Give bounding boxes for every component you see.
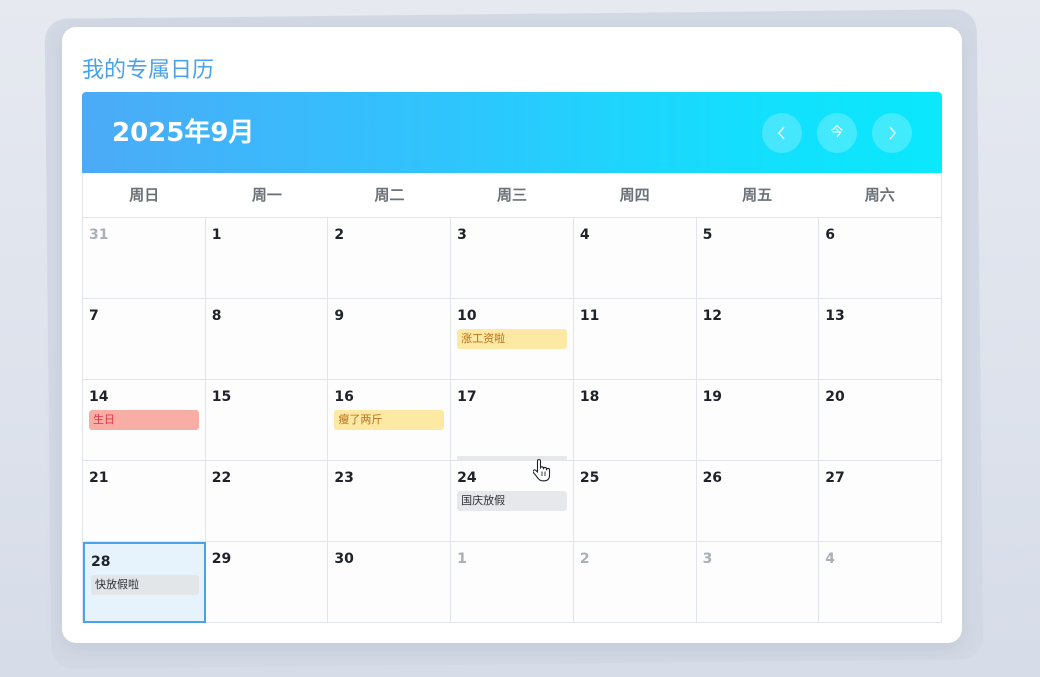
day-cell[interactable]: 7 bbox=[83, 299, 206, 380]
day-number: 24 bbox=[457, 470, 477, 486]
day-number: 12 bbox=[702, 308, 723, 324]
day-number: 11 bbox=[579, 308, 600, 324]
day-cell[interactable]: 28 快放假啦 bbox=[83, 542, 206, 623]
day-number: 29 bbox=[211, 551, 232, 567]
day-cell[interactable]: 8 bbox=[205, 299, 329, 380]
day-number: 2 bbox=[334, 227, 345, 243]
day-cell[interactable]: 12 bbox=[696, 299, 820, 380]
day-number: 17 bbox=[457, 389, 477, 405]
day-cell[interactable]: 2 bbox=[328, 218, 452, 299]
day-number: 16 bbox=[334, 389, 354, 405]
day-number: 25 bbox=[579, 470, 600, 486]
calendar-header: 2025年9月 今 bbox=[82, 92, 942, 173]
day-number: 27 bbox=[825, 470, 845, 486]
day-cell[interactable]: 3 bbox=[451, 218, 574, 299]
weekday-label: 周一 bbox=[205, 173, 329, 218]
day-cell[interactable]: 1 bbox=[451, 542, 574, 623]
day-cell[interactable]: 22 bbox=[205, 461, 329, 542]
day-cell[interactable]: 10 涨工资啦 bbox=[451, 299, 574, 380]
day-cell[interactable]: 5 bbox=[696, 218, 820, 299]
day-cell[interactable]: 26 bbox=[696, 461, 820, 542]
day-number: 22 bbox=[211, 470, 232, 486]
day-cell[interactable]: 17 bbox=[451, 380, 574, 461]
calendar-card: 我的专属日历 2025年9月 今 周日 周一 周二 周三 周四 周五 周六 31… bbox=[62, 27, 962, 643]
weekday-label: 周六 bbox=[818, 173, 942, 218]
day-cell[interactable]: 24 国庆放假 bbox=[451, 461, 574, 542]
day-number: 19 bbox=[702, 389, 723, 405]
day-cell[interactable]: 6 bbox=[819, 218, 942, 299]
day-cell[interactable]: 16 瘦了两斤 bbox=[328, 380, 452, 461]
next-month-button[interactable] bbox=[872, 113, 912, 153]
day-cell[interactable]: 27 bbox=[819, 461, 942, 542]
day-number: 3 bbox=[457, 227, 467, 243]
hand-cursor-icon bbox=[533, 458, 551, 482]
day-cell[interactable]: 14 生日 bbox=[83, 380, 206, 461]
day-cell[interactable]: 29 bbox=[205, 542, 329, 623]
weekday-label: 周日 bbox=[83, 173, 206, 218]
weekday-header-row: 周日 周一 周二 周三 周四 周五 周六 bbox=[82, 173, 942, 218]
day-number: 1 bbox=[211, 227, 222, 243]
day-cell[interactable]: 2 bbox=[573, 542, 697, 623]
day-cell[interactable]: 15 bbox=[205, 380, 329, 461]
day-cell[interactable]: 18 bbox=[573, 380, 697, 461]
day-cell[interactable]: 20 bbox=[819, 380, 942, 461]
today-button[interactable]: 今 bbox=[817, 113, 857, 153]
day-cell[interactable]: 3 bbox=[696, 542, 820, 623]
day-number: 28 bbox=[91, 554, 111, 570]
weekday-label: 周三 bbox=[450, 173, 574, 218]
day-number: 15 bbox=[211, 389, 232, 405]
day-number: 30 bbox=[334, 551, 354, 567]
day-number: 7 bbox=[89, 308, 99, 324]
chevron-right-icon bbox=[889, 126, 896, 140]
day-number: 23 bbox=[334, 470, 354, 486]
day-number: 6 bbox=[825, 227, 836, 243]
calendar-grid: 31 1 2 3 4 5 6 7 8 9 10 涨工资啦 11 12 13 14 生日 15 16 瘦了两斤 17 18 1… bbox=[82, 218, 942, 623]
event-chip[interactable]: 快放假啦 bbox=[91, 575, 199, 595]
day-number: 1 bbox=[457, 551, 467, 567]
day-number: 26 bbox=[702, 470, 723, 486]
day-cell[interactable]: 31 bbox=[83, 218, 206, 299]
event-chip[interactable]: 涨工资啦 bbox=[457, 329, 568, 349]
day-number: 3 bbox=[702, 551, 713, 567]
day-number: 10 bbox=[457, 308, 477, 324]
day-number: 8 bbox=[211, 308, 222, 324]
event-chip[interactable]: 生日 bbox=[89, 410, 199, 430]
day-cell[interactable]: 13 bbox=[819, 299, 942, 380]
day-cell[interactable]: 4 bbox=[819, 542, 942, 623]
day-cell[interactable]: 11 bbox=[573, 299, 697, 380]
day-cell[interactable]: 25 bbox=[573, 461, 697, 542]
app-title: 我的专属日历 bbox=[82, 58, 215, 83]
day-number: 2 bbox=[579, 551, 590, 567]
day-cell[interactable]: 19 bbox=[696, 380, 820, 461]
day-number: 31 bbox=[89, 227, 109, 243]
day-number: 4 bbox=[825, 551, 836, 567]
prev-month-button[interactable] bbox=[762, 113, 802, 153]
day-cell[interactable]: 21 bbox=[83, 461, 206, 542]
day-number: 5 bbox=[702, 227, 713, 243]
weekday-label: 周五 bbox=[695, 173, 819, 218]
event-chip[interactable]: 瘦了两斤 bbox=[334, 410, 445, 430]
day-cell[interactable]: 1 bbox=[205, 218, 329, 299]
event-chip[interactable]: 国庆放假 bbox=[457, 491, 568, 511]
weekday-label: 周四 bbox=[573, 173, 696, 218]
day-number: 9 bbox=[334, 308, 345, 324]
month-label: 2025年9月 bbox=[112, 118, 255, 148]
day-number: 21 bbox=[89, 470, 109, 486]
day-number: 20 bbox=[825, 389, 845, 405]
day-cell[interactable]: 4 bbox=[573, 218, 697, 299]
day-number: 4 bbox=[579, 227, 590, 243]
day-number: 18 bbox=[579, 389, 600, 405]
day-cell[interactable]: 23 bbox=[328, 461, 452, 542]
chevron-left-icon bbox=[778, 126, 785, 140]
day-number: 14 bbox=[89, 389, 109, 405]
day-number: 13 bbox=[825, 308, 845, 324]
weekday-label: 周二 bbox=[328, 173, 451, 218]
day-cell[interactable]: 30 bbox=[328, 542, 452, 623]
day-cell[interactable]: 9 bbox=[328, 299, 452, 380]
